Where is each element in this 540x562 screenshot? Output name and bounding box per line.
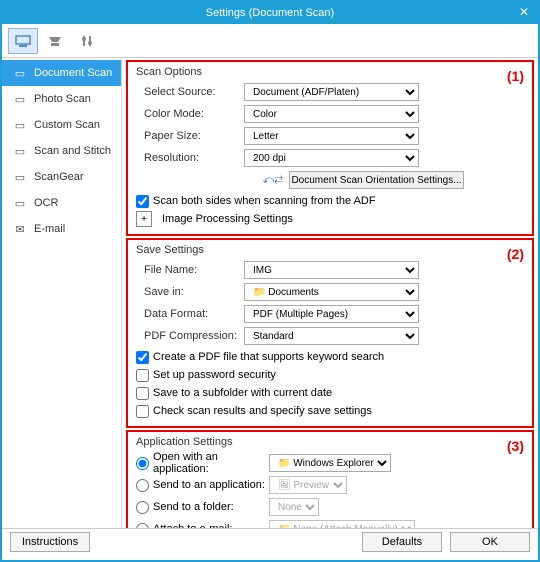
close-icon[interactable]: ✕	[516, 4, 532, 20]
group-application-settings: (3) Application Settings Open with an ap…	[126, 430, 534, 528]
compression-select[interactable]: Standard	[244, 327, 419, 345]
document-icon: ▭	[12, 66, 28, 80]
open-app-label: Open with an application:	[153, 451, 269, 475]
sidebar-item-email[interactable]: ✉E-mail	[2, 216, 121, 242]
sidebar-item-photo-scan[interactable]: ▭Photo Scan	[2, 86, 121, 112]
savein-select[interactable]: 📁 Documents	[244, 283, 419, 301]
scangear-icon: ▭	[12, 170, 28, 184]
group-save-settings: (2) Save Settings File Name:IMG Save in:…	[126, 238, 534, 428]
defaults-button[interactable]: Defaults	[362, 532, 442, 552]
keyword-checkbox[interactable]	[136, 351, 149, 364]
subfolder-label: Save to a subfolder with current date	[153, 387, 332, 399]
send-folder-label: Send to a folder:	[153, 501, 269, 513]
email-icon: ✉	[12, 222, 28, 236]
attach-select[interactable]: 📁 None (Attach Manually)	[269, 520, 415, 528]
send-app-select[interactable]: 🖼 Preview	[269, 476, 347, 494]
titlebar: Settings (Document Scan) ✕	[2, 2, 538, 24]
app-settings-title: Application Settings	[134, 436, 526, 452]
checkscan-checkbox[interactable]	[136, 405, 149, 418]
orientation-settings-button[interactable]: Document Scan Orientation Settings...	[289, 171, 464, 189]
password-checkbox[interactable]	[136, 369, 149, 382]
toolbar	[2, 24, 538, 58]
paper-label: Paper Size:	[134, 130, 244, 142]
sidebar-item-scan-stitch[interactable]: ▭Scan and Stitch	[2, 138, 121, 164]
instructions-button[interactable]: Instructions	[10, 532, 90, 552]
source-label: Select Source:	[134, 86, 244, 98]
format-label: Data Format:	[134, 308, 244, 320]
rotate-icon[interactable]: ⤺⇄	[262, 174, 283, 187]
tab-computer[interactable]	[8, 28, 38, 54]
footer: Instructions Defaults OK	[2, 528, 538, 554]
filename-label: File Name:	[134, 264, 244, 276]
password-label: Set up password security	[153, 369, 276, 381]
sidebar: ▭Document Scan ▭Photo Scan ▭Custom Scan …	[2, 58, 122, 528]
savein-label: Save in:	[134, 286, 244, 298]
photo-icon: ▭	[12, 92, 28, 106]
send-folder-select[interactable]: None	[269, 498, 319, 516]
custom-icon: ▭	[12, 118, 28, 132]
ocr-icon: ▭	[12, 196, 28, 210]
expand-image-processing[interactable]: +	[136, 211, 152, 227]
format-select[interactable]: PDF (Multiple Pages)	[244, 305, 419, 323]
tab-tools[interactable]	[72, 28, 102, 54]
color-select[interactable]: Color	[244, 105, 419, 123]
attach-label: Attach to e-mail:	[153, 523, 269, 528]
both-sides-label: Scan both sides when scanning from the A…	[153, 195, 376, 207]
color-label: Color Mode:	[134, 108, 244, 120]
tab-scanner[interactable]	[40, 28, 70, 54]
filename-field[interactable]: IMG	[244, 261, 419, 279]
resolution-label: Resolution:	[134, 152, 244, 164]
annotation-3: (3)	[507, 438, 524, 454]
sidebar-item-scangear[interactable]: ▭ScanGear	[2, 164, 121, 190]
sidebar-item-custom-scan[interactable]: ▭Custom Scan	[2, 112, 121, 138]
open-app-radio[interactable]	[136, 457, 149, 470]
compression-label: PDF Compression:	[134, 330, 244, 342]
keyword-label: Create a PDF file that supports keyword …	[153, 351, 384, 363]
annotation-2: (2)	[507, 246, 524, 262]
group-scan-options: (1) Scan Options Select Source:Document …	[126, 60, 534, 236]
stitch-icon: ▭	[12, 144, 28, 158]
send-app-radio[interactable]	[136, 479, 149, 492]
image-processing-label: Image Processing Settings	[162, 213, 293, 225]
both-sides-checkbox[interactable]	[136, 195, 149, 208]
window-title: Settings (Document Scan)	[206, 7, 334, 19]
save-settings-title: Save Settings	[134, 244, 526, 260]
send-folder-radio[interactable]	[136, 501, 149, 514]
sidebar-item-document-scan[interactable]: ▭Document Scan	[2, 60, 121, 86]
subfolder-checkbox[interactable]	[136, 387, 149, 400]
source-select[interactable]: Document (ADF/Platen)	[244, 83, 419, 101]
open-app-select[interactable]: 📁 Windows Explorer	[269, 454, 391, 472]
sidebar-item-ocr[interactable]: ▭OCR	[2, 190, 121, 216]
paper-select[interactable]: Letter	[244, 127, 419, 145]
scan-options-title: Scan Options	[134, 66, 526, 82]
annotation-1: (1)	[507, 68, 524, 84]
resolution-select[interactable]: 200 dpi	[244, 149, 419, 167]
attach-radio[interactable]	[136, 523, 149, 529]
send-app-label: Send to an application:	[153, 479, 269, 491]
ok-button[interactable]: OK	[450, 532, 530, 552]
checkscan-label: Check scan results and specify save sett…	[153, 405, 372, 417]
